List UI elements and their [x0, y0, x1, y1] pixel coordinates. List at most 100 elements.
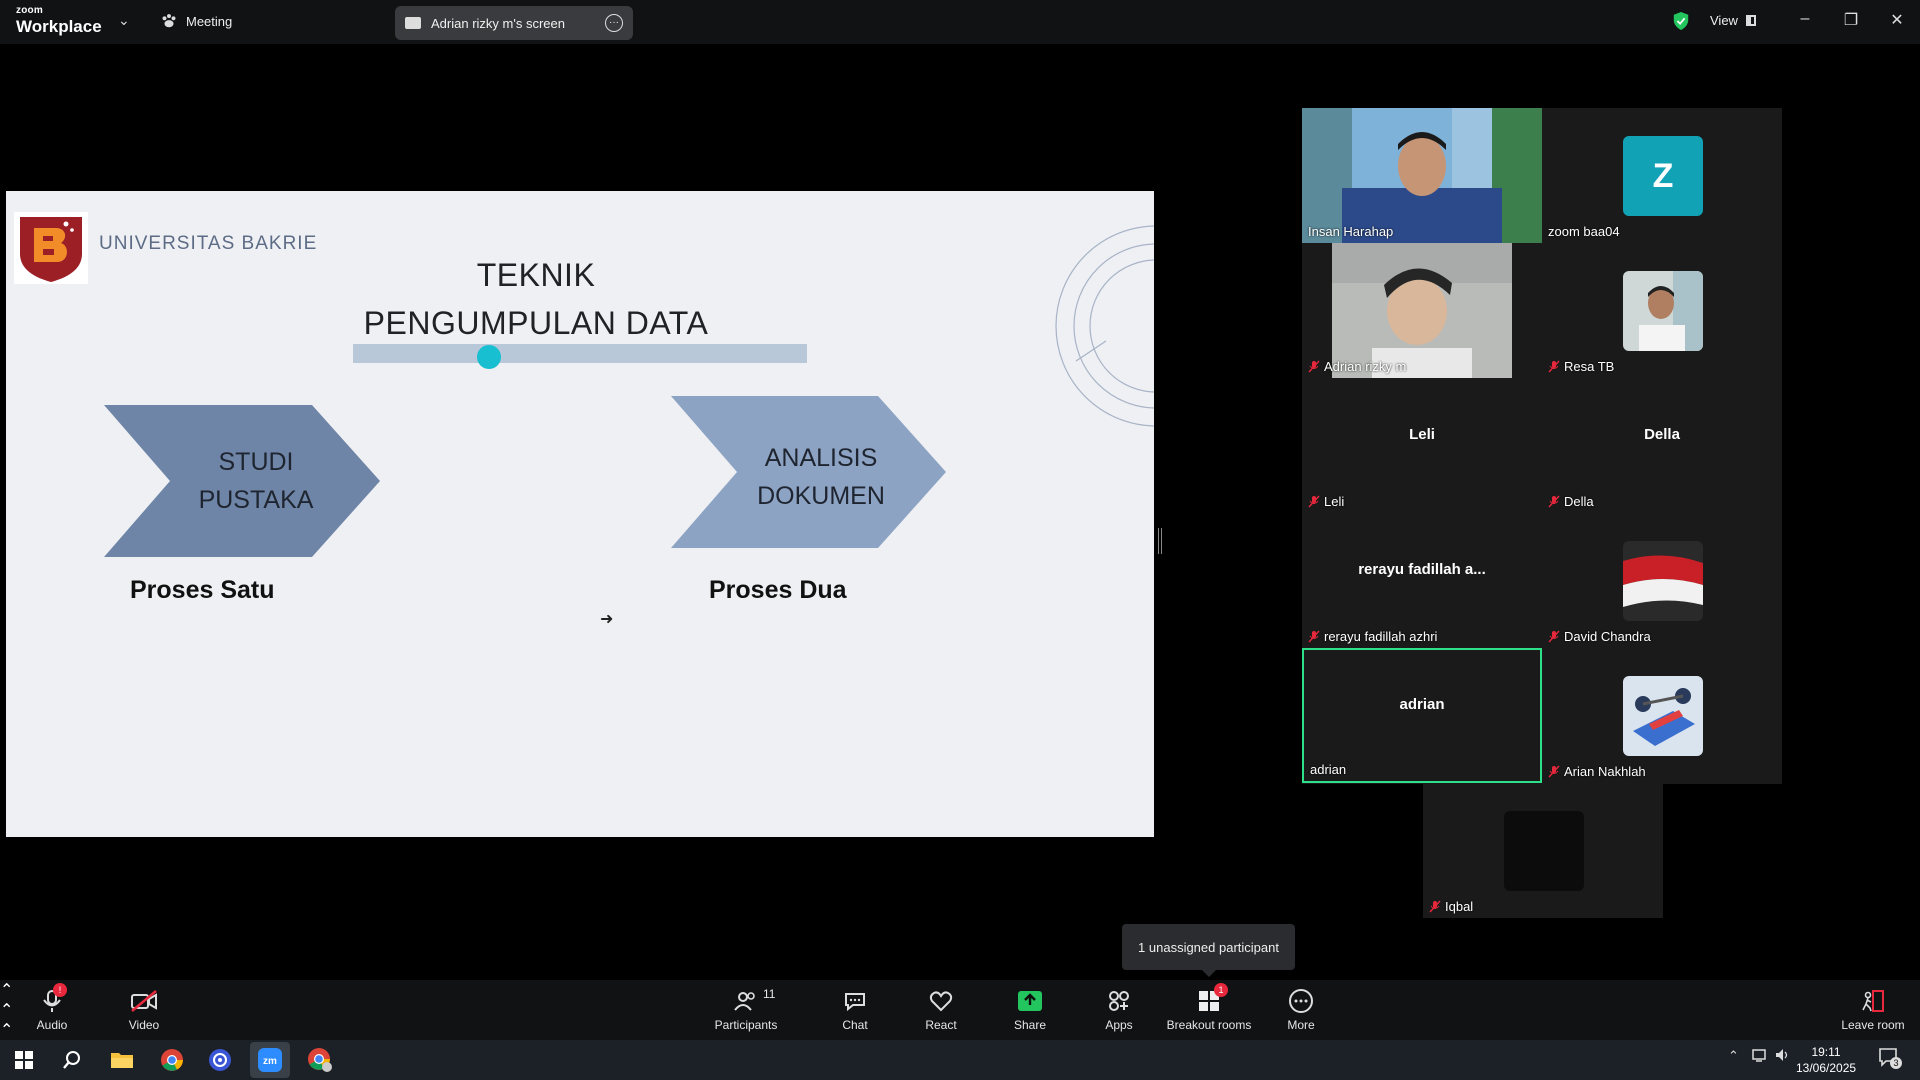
participant-tile[interactable]: Insan Harahap [1302, 108, 1542, 243]
screen-share-pill[interactable]: Adrian rizky m's screen ··· [395, 6, 633, 40]
windows-start-icon[interactable] [10, 1046, 38, 1074]
participants-count: 11 [763, 987, 776, 1001]
participant-display-name: Leli [1409, 426, 1435, 443]
panel-resize-handle[interactable] [1158, 528, 1162, 554]
share-button[interactable]: Share [1013, 987, 1047, 1032]
participant-name: Leli [1308, 494, 1344, 509]
participant-tile[interactable]: Arian Nakhlah [1542, 648, 1782, 783]
participant-tile[interactable]: David Chandra [1542, 513, 1782, 648]
participant-name: adrian [1310, 762, 1347, 777]
restore-icon[interactable]: ❐ [1836, 10, 1866, 30]
participant-display-name: adrian [1399, 696, 1445, 713]
more-options-icon[interactable]: ··· [605, 14, 623, 32]
chat-button[interactable]: Chat [840, 987, 870, 1032]
audio-label: Audio [36, 1018, 68, 1032]
participant-tile[interactable]: rerayu fadillah a... rerayu fadillah azh… [1302, 513, 1542, 648]
share-owner-label: Adrian rizky m's screen [431, 15, 565, 31]
title-underline-bar [353, 344, 807, 363]
participant-tile[interactable]: Adrian rizky m [1302, 243, 1542, 378]
taskbar-clock[interactable]: 19:11 13/06/2025 [1796, 1044, 1856, 1076]
participant-tile[interactable]: Resa TB [1542, 243, 1782, 378]
tray-overflow-icon[interactable]: ⌃ [1728, 1048, 1739, 1064]
audio-button[interactable]: ! Audio [34, 983, 70, 1032]
participant-tile[interactable]: Z zoom baa04 [1542, 108, 1782, 243]
notifications-icon[interactable]: 3 [1878, 1047, 1902, 1070]
mic-muted-icon [1548, 360, 1560, 373]
participant-name: rerayu fadillah azhri [1308, 629, 1437, 644]
chat-options-caret[interactable]: ⌃ [0, 1000, 1920, 1020]
participant-tile-active-speaker[interactable]: adrian adrian [1302, 648, 1542, 783]
chrome-profile-icon[interactable] [306, 1046, 334, 1074]
meeting-label: Meeting [186, 13, 233, 29]
video-button[interactable]: Video [126, 987, 162, 1032]
participant-display-name: rerayu fadillah a... [1358, 561, 1486, 578]
university-name: UNIVERSITAS BAKRIE [99, 233, 318, 254]
view-label: View [1710, 13, 1738, 28]
zoom-workplace-logo[interactable]: zoom Workplace [16, 6, 102, 36]
process-two-label: Proses Dua [709, 576, 847, 604]
arrow1-line-2: PUSTAKA [198, 486, 314, 514]
unassigned-participant-tooltip: 1 unassigned participant [1122, 924, 1295, 977]
avatar-photo [1623, 271, 1703, 351]
meeting-menu-button[interactable]: Meeting [160, 12, 232, 30]
participant-gallery: Insan Harahap Z zoom baa04 Adrian rizky … [1302, 108, 1782, 784]
meeting-controls-toolbar: ! Audio ⌃ Video 11 Participants Chat ⌃ R… [0, 980, 1920, 1079]
avatar-flag [1623, 541, 1703, 621]
video-off-icon [129, 987, 159, 1015]
shield-check-icon[interactable] [1672, 11, 1690, 31]
participant-display-name: Della [1644, 426, 1680, 443]
windows-taskbar: zm ⌃ 19:11 13/06/2025 3 [0, 1040, 1920, 1080]
volume-icon[interactable] [1775, 1048, 1791, 1065]
title-line-2: PENGUMPULAN DATA [363, 305, 709, 341]
mic-muted-icon [1429, 900, 1441, 913]
leave-room-button[interactable]: Leave room [1838, 987, 1908, 1032]
brand-big: Workplace [16, 17, 102, 36]
participant-tile[interactable]: Leli Leli [1302, 378, 1542, 513]
participant-tile[interactable]: Iqbal [1423, 783, 1663, 918]
heart-icon [926, 987, 956, 1015]
arrow2-line-1: ANALISIS [764, 444, 878, 472]
minimize-icon[interactable]: – [1790, 10, 1820, 28]
participant-video [1302, 108, 1542, 243]
chevron-down-icon[interactable]: ⌄ [118, 12, 130, 29]
apps-button[interactable]: Apps [1104, 987, 1134, 1032]
audio-options-caret[interactable]: ⌃ [0, 980, 1920, 1000]
apps-icon [1104, 987, 1134, 1015]
react-button[interactable]: React [925, 987, 957, 1032]
participant-name: Resa TB [1548, 359, 1614, 374]
notifications-count: 3 [1890, 1057, 1902, 1069]
share-label: Share [1013, 1018, 1047, 1032]
participant-tile[interactable]: Della Della [1542, 378, 1782, 513]
universitas-bakrie-logo [14, 212, 88, 284]
mic-muted-icon [1308, 630, 1320, 643]
cursor-arrow-icon: ➜ [600, 611, 614, 628]
avatar-blank [1504, 811, 1584, 891]
mic-muted-icon [1548, 765, 1560, 778]
arrow1-line-1: STUDI [218, 448, 294, 476]
chrome-icon[interactable] [158, 1046, 186, 1074]
decorative-circles [1055, 225, 1154, 427]
view-button[interactable]: View [1710, 13, 1756, 28]
microphone-icon: ! [37, 983, 67, 1015]
search-icon[interactable] [58, 1046, 86, 1074]
media-player-icon[interactable] [206, 1046, 234, 1074]
participant-name: Insan Harahap [1308, 224, 1394, 239]
network-icon[interactable] [1752, 1048, 1768, 1065]
process-one-label: Proses Satu [130, 576, 275, 604]
shared-screen-slide[interactable]: UNIVERSITAS BAKRIE TEKNIK PENGUMPULAN DA… [6, 191, 1154, 837]
mic-muted-icon [1548, 630, 1560, 643]
react-label: React [925, 1018, 957, 1032]
participants-button[interactable]: 11 Participants [712, 987, 780, 1032]
leave-room-label: Leave room [1841, 1018, 1905, 1032]
paw-icon [162, 14, 176, 28]
arrow-label-analisis-dokumen: ANALISIS DOKUMEN [721, 439, 921, 515]
zoom-taskbar-icon[interactable]: zm [250, 1042, 290, 1078]
chat-label: Chat [842, 1018, 868, 1032]
file-explorer-icon[interactable] [108, 1046, 136, 1074]
participants-icon: 11 [731, 987, 775, 1015]
more-button[interactable]: More [1286, 987, 1316, 1032]
audio-alert-badge: ! [53, 983, 67, 997]
react-options-caret[interactable]: ⌃ [0, 1020, 1920, 1040]
breakout-rooms-button[interactable]: 1 Breakout rooms [1166, 983, 1252, 1032]
close-icon[interactable]: ✕ [1882, 10, 1912, 30]
